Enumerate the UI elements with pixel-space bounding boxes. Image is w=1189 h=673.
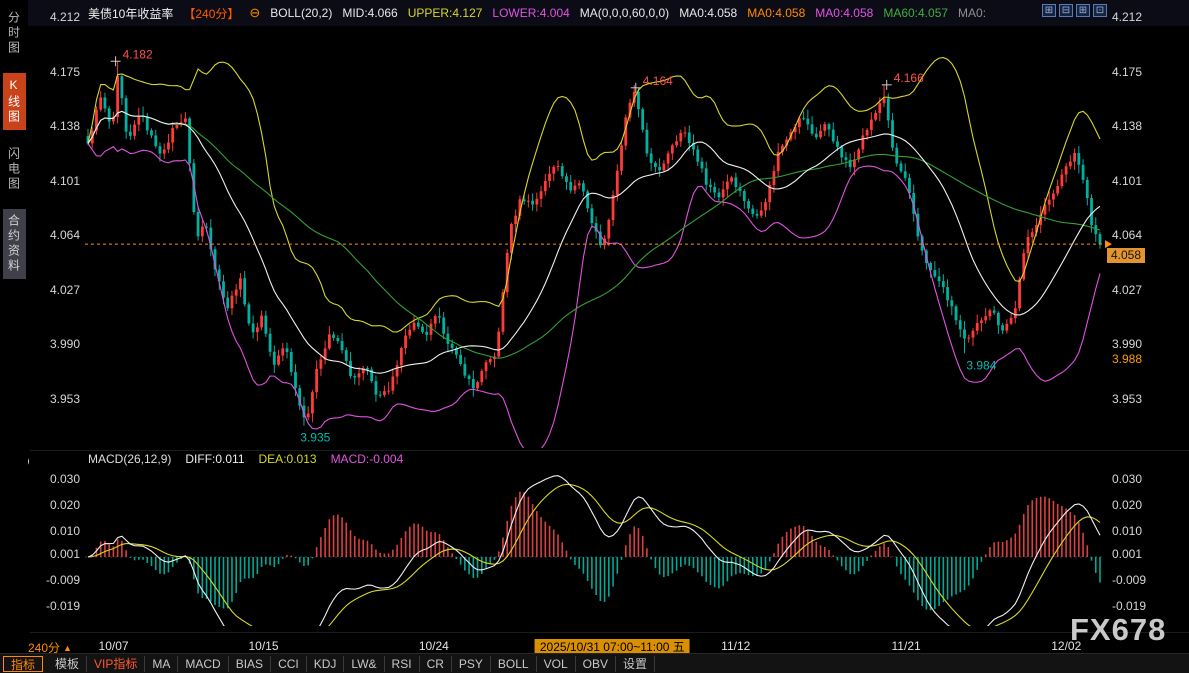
macd-axis-label: 0.010 bbox=[36, 524, 80, 538]
toolbar-item-模板[interactable]: 模板 bbox=[48, 656, 87, 672]
layout-icon-4[interactable]: ⊡ bbox=[1093, 4, 1107, 17]
toolbar-item-RSI[interactable]: RSI bbox=[385, 656, 420, 672]
y-axis-label: 4.027 bbox=[36, 283, 80, 297]
toolbar-item-MA[interactable]: MA bbox=[145, 656, 178, 672]
y-axis-label: 4.064 bbox=[36, 228, 80, 242]
layout-icon-1[interactable]: ⊞ bbox=[1042, 4, 1056, 17]
macd-param-label: MACD(26,12,9) bbox=[88, 452, 171, 466]
toolbar-item-BIAS[interactable]: BIAS bbox=[229, 656, 271, 672]
boll-param-label: BOLL(20,2) bbox=[270, 6, 332, 20]
macd-hist-value: MACD:-0.004 bbox=[331, 452, 404, 466]
toolbar-item-CR[interactable]: CR bbox=[420, 656, 452, 672]
svg-text:4.182: 4.182 bbox=[123, 47, 153, 61]
macd-diff-value: DIFF:0.011 bbox=[185, 452, 244, 466]
ma-value: MA0: bbox=[958, 6, 986, 20]
watermark: FX678 bbox=[1070, 612, 1166, 648]
panel-divider bbox=[30, 450, 1189, 451]
period-tag[interactable]: 【240分】 bbox=[183, 5, 239, 22]
window-layout-icons: ⊞⊟⊞⊡ bbox=[1042, 4, 1107, 17]
left-tab-bar: 分时图 K线图闪电图合约资料 bbox=[0, 0, 28, 673]
toolbar-item-设置[interactable]: 设置 bbox=[616, 656, 655, 672]
macd-axis-label: 0.010 bbox=[1112, 524, 1142, 538]
bottom-toolbar: 指标模板VIP指标MAMACDBIASCCIKDJLW&RSICRPSYBOLL… bbox=[0, 653, 1189, 673]
ma-param-label: MA(0,0,0,60,0,0) bbox=[580, 6, 669, 20]
sidebar-tab-4[interactable]: 合约资料 bbox=[3, 209, 26, 279]
y-axis-label: 4.101 bbox=[36, 174, 80, 188]
x-axis-label: 10/07 bbox=[99, 639, 129, 653]
boll-upper-value: UPPER:4.127 bbox=[408, 6, 483, 20]
layout-icon-3[interactable]: ⊞ bbox=[1076, 4, 1090, 17]
toolbar-item-指标[interactable]: 指标 bbox=[3, 656, 43, 672]
secondary-price-label: 3.988 bbox=[1112, 352, 1142, 366]
y-axis-label: 4.138 bbox=[36, 119, 80, 133]
symbol-title: 美债10年收益率 bbox=[88, 5, 173, 22]
axis-divider bbox=[30, 632, 1189, 633]
ma-value: MA0:4.058 bbox=[815, 6, 873, 20]
toolbar-item-VOL[interactable]: VOL bbox=[537, 656, 576, 672]
macd-axis-label: 0.030 bbox=[36, 472, 80, 486]
ma-values-group: MA0:4.058 MA0:4.058 MA0:4.058 MA60:4.057 MA0… bbox=[679, 6, 986, 20]
y-axis-label: 4.212 bbox=[1112, 10, 1142, 24]
svg-text:3.935: 3.935 bbox=[300, 431, 330, 445]
macd-axis-label: -0.019 bbox=[36, 599, 80, 613]
macd-dea-value: DEA:0.013 bbox=[259, 452, 317, 466]
macd-axis-label: 0.020 bbox=[36, 498, 80, 512]
chevron-up-icon: ▲ bbox=[63, 643, 72, 653]
macd-axis-label: 0.001 bbox=[1112, 547, 1142, 561]
boll-lower-value: LOWER:4.004 bbox=[492, 6, 569, 20]
y-axis-label: 4.212 bbox=[36, 10, 80, 24]
indicator-header-bar: 美债10年收益率 【240分】 ⊖ BOLL(20,2) MID:4.066 U… bbox=[0, 0, 1189, 26]
current-price-badge: 4.058 bbox=[1107, 248, 1145, 263]
y-axis-label: 4.175 bbox=[1112, 65, 1142, 79]
toolbar-item-KDJ[interactable]: KDJ bbox=[307, 656, 345, 672]
boll-mid-value: MID:4.066 bbox=[342, 6, 397, 20]
y-axis-label: 4.064 bbox=[1112, 228, 1142, 242]
sidebar-tab-3[interactable]: 闪电图 bbox=[3, 142, 26, 197]
y-axis-label: 4.175 bbox=[36, 65, 80, 79]
macd-header: MACD(26,12,9) DIFF:0.011 DEA:0.013 MACD:… bbox=[88, 452, 403, 466]
macd-axis-label: -0.009 bbox=[1112, 573, 1146, 587]
toolbar-item-MACD[interactable]: MACD bbox=[178, 656, 228, 672]
y-axis-label: 3.990 bbox=[1112, 337, 1142, 351]
x-axis-label: 11/12 bbox=[721, 639, 750, 653]
svg-text:4.164: 4.164 bbox=[643, 74, 673, 88]
x-axis-label: 10/15 bbox=[248, 639, 278, 653]
x-axis-label: 11/21 bbox=[892, 639, 921, 653]
toolbar-item-BOLL[interactable]: BOLL bbox=[491, 656, 537, 672]
macd-axis-label: -0.009 bbox=[36, 573, 80, 587]
toolbar-item-CCI[interactable]: CCI bbox=[271, 656, 307, 672]
svg-text:4.166: 4.166 bbox=[894, 71, 924, 85]
y-axis-label: 3.953 bbox=[1112, 392, 1142, 406]
toolbar-item-PSY[interactable]: PSY bbox=[452, 656, 491, 672]
y-axis-label: 3.953 bbox=[36, 392, 80, 406]
trading-chart-app: 美债10年收益率 【240分】 ⊖ BOLL(20,2) MID:4.066 U… bbox=[0, 0, 1189, 673]
macd-axis-label: 0.001 bbox=[36, 547, 80, 561]
macd-axis-label: 0.020 bbox=[1112, 498, 1142, 512]
toolbar-item-LW&[interactable]: LW& bbox=[344, 656, 384, 672]
layout-icon-2[interactable]: ⊟ bbox=[1059, 4, 1073, 17]
sidebar-tab-1[interactable]: 分时图 bbox=[3, 6, 26, 61]
x-axis-label: 10/24 bbox=[419, 639, 449, 653]
toolbar-item-OBV[interactable]: OBV bbox=[576, 656, 616, 672]
y-axis-label: 4.138 bbox=[1112, 119, 1142, 133]
y-axis-label: 4.101 bbox=[1112, 174, 1142, 188]
ma-value: MA60:4.057 bbox=[883, 6, 948, 20]
ma-value: MA0:4.058 bbox=[747, 6, 805, 20]
toolbar-item-VIP指标[interactable]: VIP指标 bbox=[87, 656, 145, 672]
ma-value: MA0:4.058 bbox=[679, 6, 737, 20]
macd-axis-label: 0.030 bbox=[1112, 472, 1142, 486]
y-axis-label: 3.990 bbox=[36, 337, 80, 351]
sidebar-tab-2[interactable]: K线图 bbox=[3, 73, 26, 130]
chart-canvas: 4.182 3.935 4.164 4.166 3.984 bbox=[0, 0, 1189, 673]
zoom-out-icon[interactable]: ⊖ bbox=[249, 5, 260, 21]
y-axis-label: 4.027 bbox=[1112, 283, 1142, 297]
svg-text:3.984: 3.984 bbox=[966, 358, 996, 372]
